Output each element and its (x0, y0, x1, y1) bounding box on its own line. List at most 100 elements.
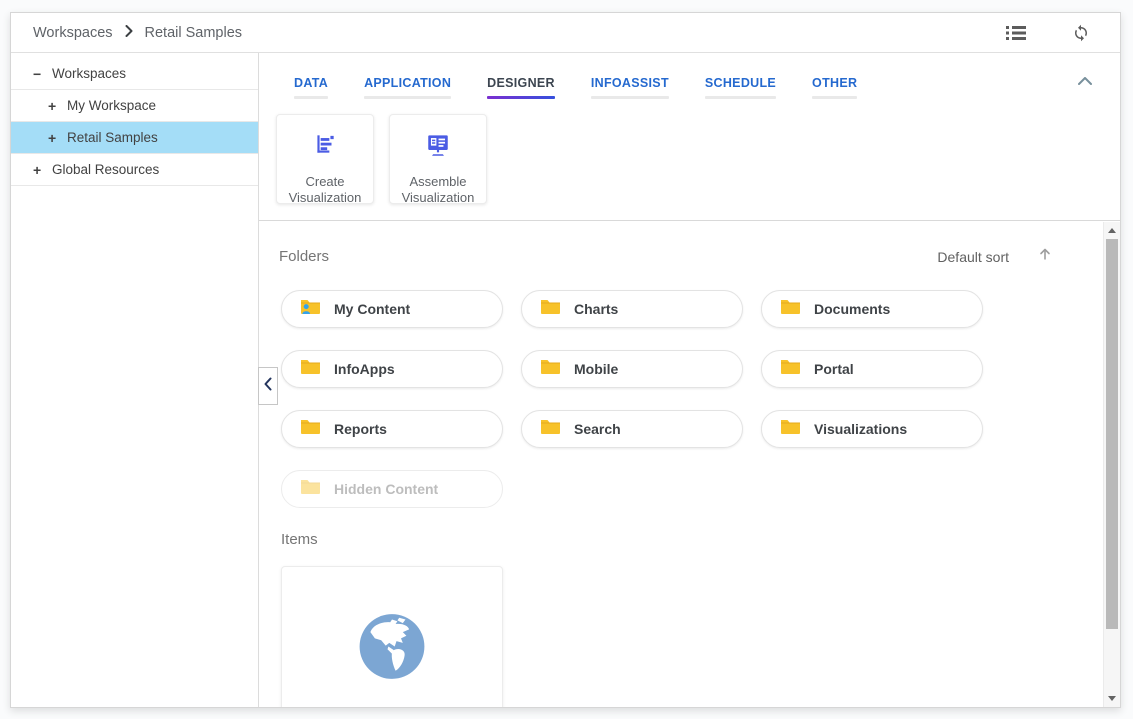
folder-grid: My Content Charts (281, 290, 983, 508)
tab-underline (364, 96, 451, 99)
folder-infoapps[interactable]: InfoApps (281, 350, 503, 388)
sidebar-collapse-handle[interactable] (258, 367, 278, 405)
folders-heading: Folders (279, 248, 329, 265)
tab-application[interactable]: APPLICATION (354, 76, 461, 99)
tool-card-label: Assemble Visualization (390, 174, 486, 206)
folder-label: Documents (814, 301, 890, 317)
folder-icon (300, 358, 321, 380)
resource-content: Folders Default sort (259, 222, 1103, 707)
tool-tabs: DATA APPLICATION DESIGNER INFOASSIST (284, 76, 883, 99)
tab-label: SCHEDULE (705, 76, 776, 90)
folder-label: Hidden Content (334, 481, 438, 497)
folder-label: InfoApps (334, 361, 395, 377)
breadcrumb-current: Retail Samples (145, 25, 243, 41)
tree-item-label: Workspaces (52, 66, 126, 81)
item-card[interactable] (281, 566, 503, 707)
folder-search[interactable]: Search (521, 410, 743, 448)
folder-label: Reports (334, 421, 387, 437)
folder-my-content[interactable]: My Content (281, 290, 503, 328)
tab-data[interactable]: DATA (284, 76, 338, 99)
folder-visualizations[interactable]: Visualizations (761, 410, 983, 448)
panel-collapse-button[interactable] (1074, 69, 1096, 92)
items-heading: Items (281, 531, 318, 548)
tab-schedule[interactable]: SCHEDULE (695, 76, 786, 99)
create-visualization-card[interactable]: Create Visualization (276, 114, 374, 204)
arrow-up-icon[interactable] (1039, 247, 1051, 266)
bar-chart-icon (312, 131, 338, 162)
folder-icon (300, 418, 321, 440)
folders-header-row: Folders Default sort (279, 247, 1051, 266)
folder-reports[interactable]: Reports (281, 410, 503, 448)
folder-icon (540, 358, 561, 380)
tab-label: OTHER (812, 76, 857, 90)
folder-icon (540, 418, 561, 440)
folder-mobile[interactable]: Mobile (521, 350, 743, 388)
tab-underline (487, 96, 555, 99)
breadcrumb: Workspaces Retail Samples (33, 25, 242, 41)
tab-label: INFOASSIST (591, 76, 669, 90)
tree-item-label: Global Resources (52, 162, 159, 177)
collapse-expander-icon[interactable]: − (33, 66, 49, 82)
folder-label: Search (574, 421, 621, 437)
tool-cards: Create Visualization (276, 114, 487, 204)
folder-hidden-content[interactable]: Hidden Content (281, 470, 503, 508)
tree-item-label: Retail Samples (67, 130, 158, 145)
tree-item-global-resources[interactable]: + Global Resources (11, 154, 258, 186)
chevron-left-icon (264, 377, 272, 396)
dashboard-monitor-icon (425, 131, 451, 162)
sort-label: Default sort (937, 249, 1009, 265)
scrollbar-thumb[interactable] (1106, 239, 1118, 629)
chevron-right-icon (125, 25, 133, 41)
resource-browser: Folders Default sort (259, 222, 1120, 707)
scroll-down-button[interactable] (1104, 691, 1120, 706)
triangle-up-icon (1108, 228, 1116, 233)
vertical-scrollbar[interactable] (1103, 222, 1120, 707)
app-body: − Workspaces + My Workspace + Retail Sam… (11, 53, 1120, 707)
folder-documents[interactable]: Documents (761, 290, 983, 328)
workspace-tree: − Workspaces + My Workspace + Retail Sam… (11, 53, 259, 707)
refresh-icon[interactable] (1072, 24, 1090, 42)
breadcrumb-bar: Workspaces Retail Samples (11, 13, 1120, 53)
sort-control[interactable]: Default sort (937, 247, 1051, 266)
scroll-up-button[interactable] (1104, 223, 1120, 238)
folder-charts[interactable]: Charts (521, 290, 743, 328)
tab-infoassist[interactable]: INFOASSIST (581, 76, 679, 99)
folder-icon (780, 358, 801, 380)
tab-label: APPLICATION (364, 76, 451, 90)
folder-icon (300, 478, 321, 500)
folder-icon (780, 418, 801, 440)
tab-designer[interactable]: DESIGNER (477, 76, 565, 99)
expand-icon[interactable]: + (48, 130, 64, 146)
chevron-up-icon (1078, 73, 1092, 88)
app-window: Workspaces Retail Samples (10, 12, 1121, 708)
folder-label: Charts (574, 301, 618, 317)
list-view-icon[interactable] (1006, 25, 1026, 41)
tab-label: DATA (294, 76, 328, 90)
tree-item-my-workspace[interactable]: + My Workspace (11, 90, 258, 122)
assemble-visualization-card[interactable]: Assemble Visualization (389, 114, 487, 204)
breadcrumb-workspaces[interactable]: Workspaces (33, 25, 113, 41)
my-content-folder-icon (300, 298, 321, 320)
tab-underline (294, 96, 328, 99)
expand-icon[interactable]: + (48, 98, 64, 114)
folder-portal[interactable]: Portal (761, 350, 983, 388)
tree-item-workspaces[interactable]: − Workspaces (11, 58, 258, 90)
folder-icon (540, 298, 561, 320)
folder-label: Mobile (574, 361, 618, 377)
tab-underline (705, 96, 776, 99)
tools-panel: DATA APPLICATION DESIGNER INFOASSIST (259, 53, 1120, 221)
main-panel: DATA APPLICATION DESIGNER INFOASSIST (259, 53, 1120, 707)
expand-icon[interactable]: + (33, 162, 49, 178)
folder-label: Portal (814, 361, 854, 377)
tab-label: DESIGNER (487, 76, 555, 90)
folder-label: Visualizations (814, 421, 907, 437)
folder-label: My Content (334, 301, 410, 317)
globe-icon (356, 611, 428, 688)
tab-other[interactable]: OTHER (802, 76, 867, 99)
tab-underline (812, 96, 857, 99)
tree-item-retail-samples[interactable]: + Retail Samples (11, 122, 258, 154)
header-actions (1006, 24, 1090, 42)
folder-icon (780, 298, 801, 320)
triangle-down-icon (1108, 696, 1116, 701)
tree-item-label: My Workspace (67, 98, 156, 113)
